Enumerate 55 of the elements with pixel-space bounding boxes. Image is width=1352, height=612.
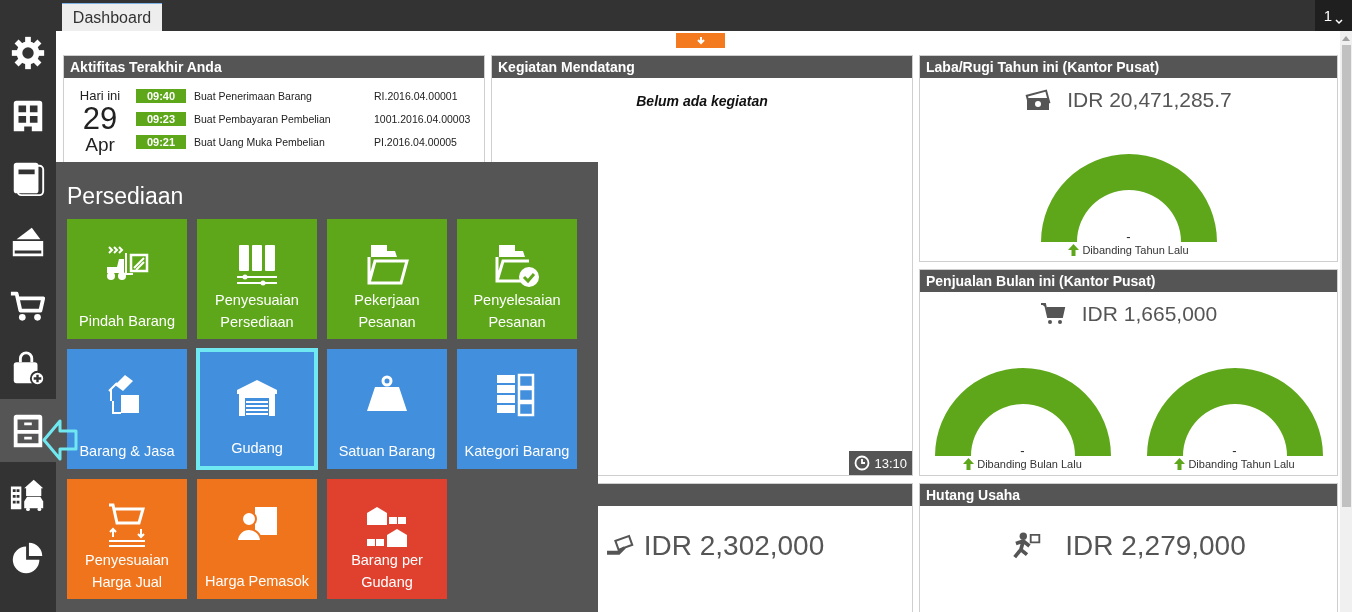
panel-title: Penjualan Bulan ini (Kantor Pusat) [926, 273, 1156, 289]
panel-title: Hutang Usaha [926, 487, 1021, 503]
gauge-caption: Dibanding Tahun Lalu [1082, 244, 1189, 256]
gauge-caption: Dibanding Bulan Lalu [977, 458, 1082, 470]
date-caption: Hari ini [79, 88, 121, 103]
amount-text: IDR 1,665,000 [1081, 302, 1218, 326]
menu-tile[interactable]: Satuan Barang [327, 349, 447, 469]
up-arrow-icon [963, 458, 975, 470]
scroll-up-arrow-icon [1342, 35, 1350, 41]
activity-reference: RI.2016.04.00001 [374, 90, 459, 102]
gauge-caption: Dibanding Tahun Lalu [1188, 458, 1295, 470]
time-badge: 13:10 [849, 451, 912, 475]
activity-reference: 1001.2016.04.00003 [374, 113, 472, 125]
menu-title: Persediaan [67, 182, 184, 210]
menu-tile[interactable]: Penyesuaian Persediaan [197, 219, 317, 339]
menu-tile[interactable]: Pekerjaan Pesanan [327, 219, 447, 339]
down-arrow-icon [695, 35, 706, 46]
amount-text: IDR 2,279,000 [1065, 530, 1246, 562]
time-badge: 09:40 [136, 89, 186, 103]
amount-text: IDR 2,302,000 [643, 530, 825, 562]
panel-title: Kegiatan Mendatang [498, 59, 635, 75]
menu-tile[interactable]: Gudang [196, 348, 318, 470]
menu-tile[interactable]: Pindah Barang [67, 219, 187, 339]
menu-tile[interactable]: Barang & Jasa [67, 349, 187, 469]
menu-tile[interactable]: Penyelesaian Pesanan [457, 219, 577, 339]
gauge-value: - [1019, 443, 1026, 458]
up-arrow-icon [1068, 244, 1080, 256]
up-arrow-icon [1174, 458, 1186, 470]
collapse-button[interactable] [676, 33, 725, 48]
gauge-value: - [1125, 229, 1132, 244]
menu-tile[interactable]: Harga Pemasok [197, 479, 317, 599]
activity-reference: PI.2016.04.00005 [374, 136, 458, 148]
chevron-down-icon [1335, 18, 1344, 25]
panel-title: Laba/Rugi Tahun ini (Kantor Pusat) [926, 59, 1160, 75]
activity-text: Buat Pembayaran Pembelian [194, 113, 332, 125]
time-badge: 09:21 [136, 135, 186, 149]
banknotes-icon [1025, 87, 1052, 113]
dashboard-tab[interactable]: Dashboard [62, 3, 162, 31]
empty-message: Belum ada kegiatan [635, 93, 769, 109]
amount-text: IDR 20,471,285.7 [1067, 88, 1232, 112]
panel-title: Aktifitas Terakhir Anda [70, 59, 222, 75]
activity-text: Buat Uang Muka Pembelian [194, 136, 326, 148]
menu-tile[interactable]: Penyesuaian Harga Jual [67, 479, 187, 599]
time-badge: 09:23 [136, 112, 186, 126]
activity-text: Buat Penerimaan Barang [194, 90, 313, 102]
date-month: Apr [85, 135, 115, 155]
gauge-value: - [1231, 443, 1238, 458]
date-day: 29 [82, 103, 118, 135]
pointer-arrow-icon [42, 418, 78, 462]
sidebar-item[interactable] [0, 399, 56, 462]
menu-tile[interactable]: Barang per Gudang [327, 479, 447, 599]
menu-tile[interactable]: Kategori Barang [457, 349, 577, 469]
cart-icon [1039, 301, 1066, 327]
page-selector[interactable]: 1 [1315, 0, 1352, 31]
scrollbar[interactable] [1340, 31, 1352, 612]
